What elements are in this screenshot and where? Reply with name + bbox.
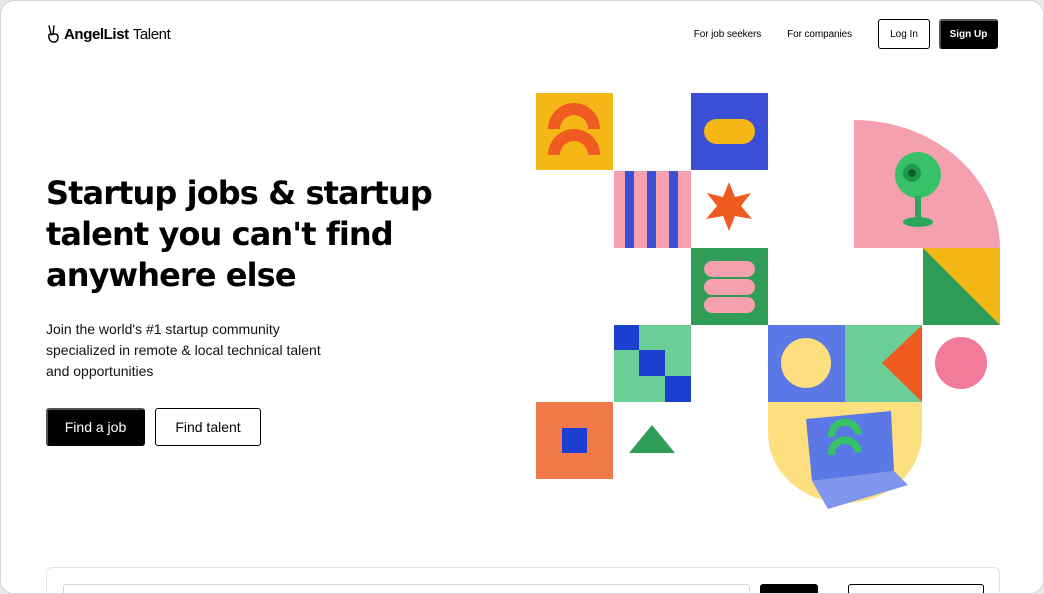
green-triangle-shape (629, 425, 675, 453)
search-input[interactable] (63, 584, 750, 593)
search-button[interactable] (760, 584, 818, 593)
signup-button[interactable]: Sign Up (939, 19, 998, 49)
pink-circle-shape (935, 337, 987, 389)
browser-frame: AngelList Talent For job seekers For com… (0, 0, 1044, 594)
angellist-talent-logo[interactable]: AngelList Talent (46, 25, 171, 43)
find-job-button[interactable]: Find a job (46, 408, 145, 446)
orange-star-icon (706, 182, 752, 231)
top-nav: For job seekers For companies Log In Sig… (694, 19, 998, 49)
search-panel (46, 567, 1000, 593)
find-talent-button[interactable]: Find talent (155, 408, 261, 446)
secondary-button[interactable] (848, 584, 984, 593)
logo-product-text: Talent (132, 25, 171, 43)
geometric-mosaic-illustration (536, 93, 1000, 509)
hero-title: Startup jobs & startup talent you can't … (46, 174, 433, 294)
login-button[interactable]: Log In (878, 19, 930, 49)
logo-brand-text: AngelList (64, 25, 129, 43)
nav-link-companies[interactable]: For companies (787, 29, 852, 40)
peace-hand-icon (47, 25, 59, 43)
hero-subtitle: Join the world's #1 startup community sp… (46, 321, 321, 379)
nav-link-job-seekers[interactable]: For job seekers (694, 29, 762, 40)
